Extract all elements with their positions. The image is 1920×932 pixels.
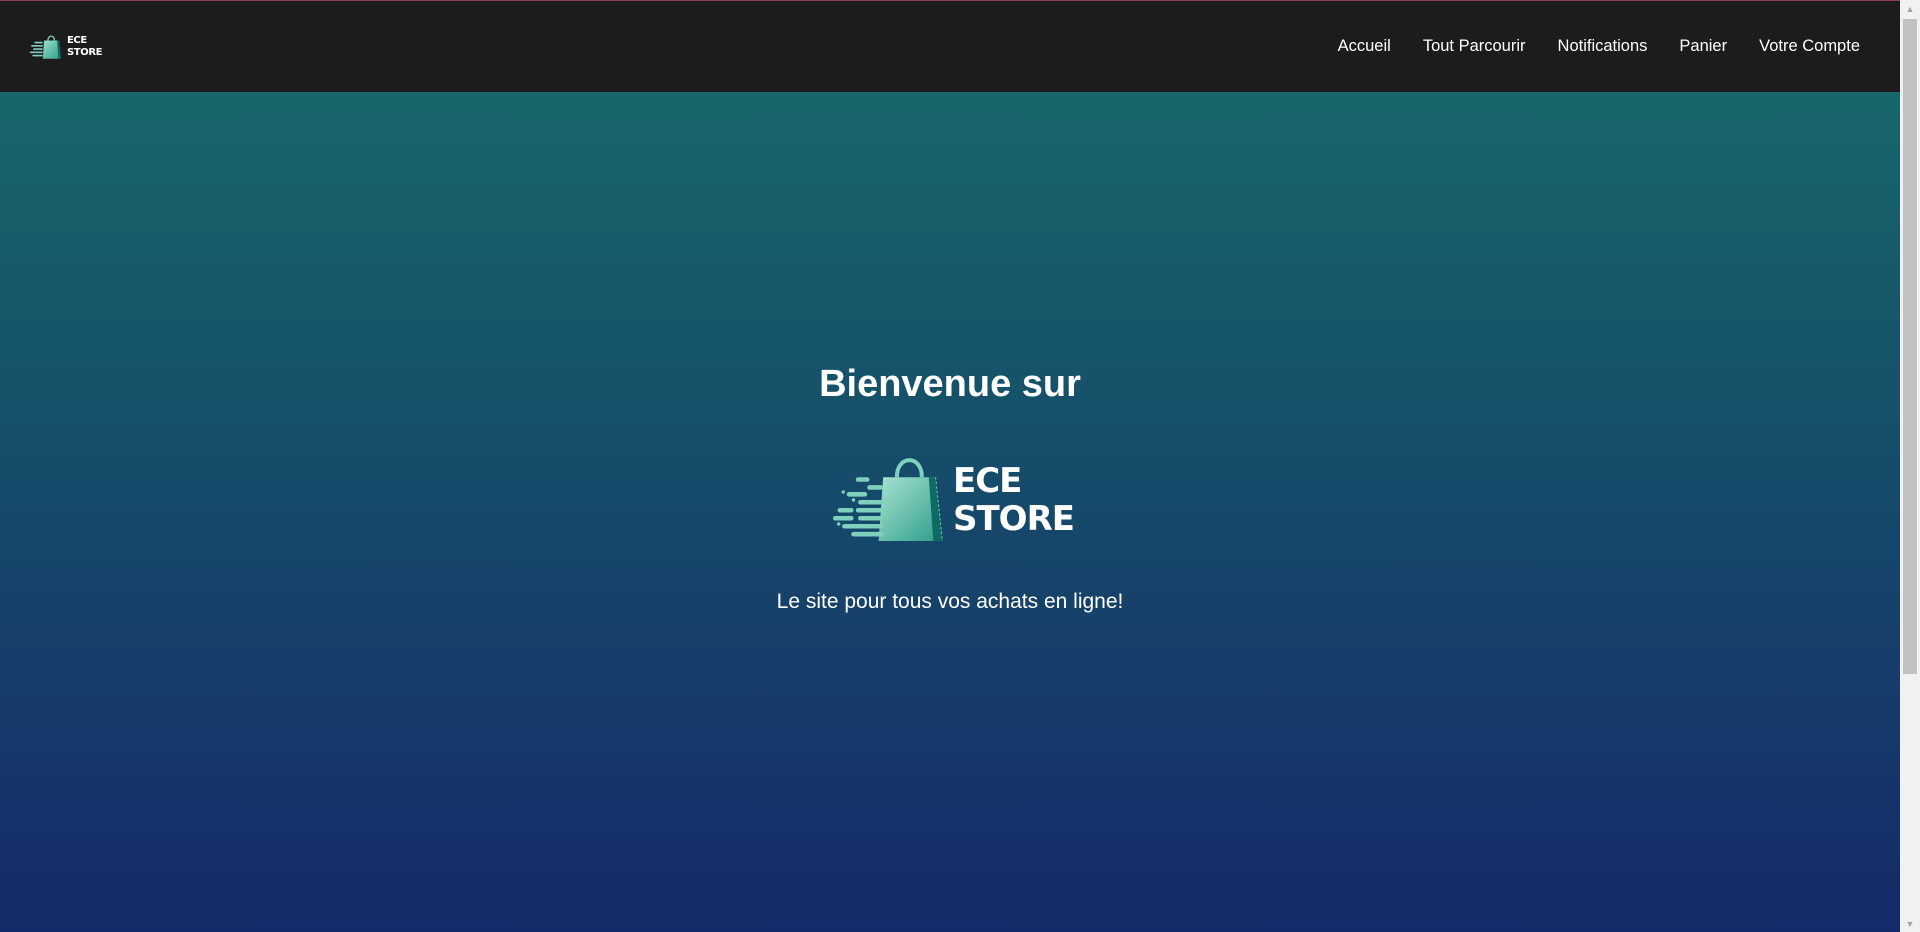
navbar: ECE STORE Accueil Tout Parcourir Notific… [0,1,1900,92]
nav-link-notifications[interactable]: Notifications [1558,37,1648,56]
logo-text-line2: STORE [67,46,103,58]
hero-tagline: Le site pour tous vos achats en ligne! [776,590,1124,613]
nav-links: Accueil Tout Parcourir Notifications Pan… [1338,37,1860,56]
scrollbar-thumb[interactable] [1903,19,1917,674]
scroll-up-button[interactable]: ▲ [1900,0,1920,17]
shopping-bag-icon [833,458,943,542]
logo-text-line1: ECE [67,34,87,46]
hero-logo: ECE STORE [833,454,1075,546]
nav-link-panier[interactable]: Panier [1679,37,1727,56]
hero-title: Bienvenue sur [819,363,1081,405]
hero-section: Bienvenue sur ECE STORE Le site pour tou… [0,92,1900,932]
hero-logo-text: ECE STORE [953,461,1075,539]
triangle-up-icon: ▲ [1905,3,1915,14]
triangle-down-icon: ▼ [1905,918,1915,929]
shopping-bag-icon [29,34,61,59]
vertical-scrollbar[interactable]: ▲ ▼ [1900,0,1920,932]
nav-logo-text: ECE STORE [67,34,103,58]
browser-viewport: ECE STORE Accueil Tout Parcourir Notific… [0,0,1900,932]
nav-logo[interactable]: ECE STORE [28,34,102,60]
nav-link-votre-compte[interactable]: Votre Compte [1759,37,1860,56]
logo-text-line2: STORE [953,499,1075,539]
nav-link-accueil[interactable]: Accueil [1338,37,1391,56]
logo-text-line1: ECE [953,461,1022,501]
page: ECE STORE Accueil Tout Parcourir Notific… [0,0,1920,932]
nav-link-tout-parcourir[interactable]: Tout Parcourir [1423,37,1526,56]
scroll-down-button[interactable]: ▼ [1900,915,1920,932]
